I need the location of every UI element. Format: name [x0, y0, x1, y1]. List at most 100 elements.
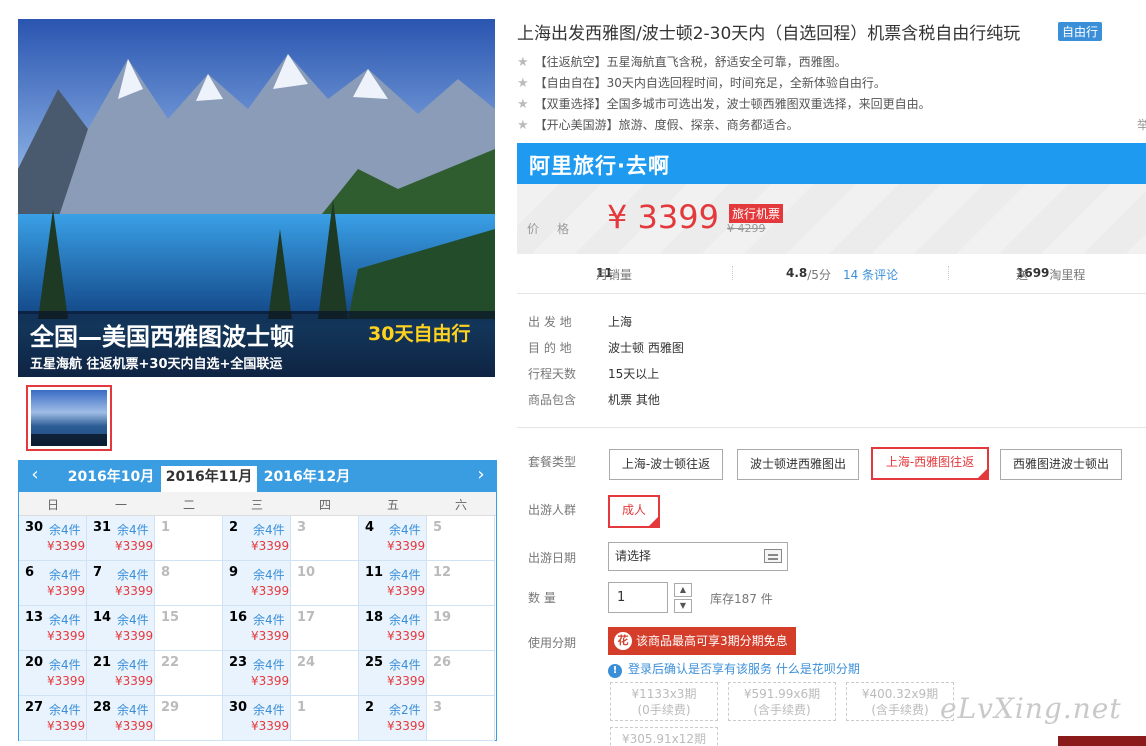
day-stock: 余4件	[253, 568, 285, 582]
day-stock: 余4件	[253, 658, 285, 672]
day-number: 24	[297, 655, 316, 670]
calendar-day-available[interactable]: 27 余4件 ¥3399	[19, 696, 87, 741]
calendar-day-available[interactable]: 13 余4件 ¥3399	[19, 606, 87, 651]
package-label: 套餐类型	[528, 455, 577, 469]
calendar-day-available[interactable]: 6 余4件 ¥3399	[19, 561, 87, 606]
day-number: 2	[229, 520, 239, 535]
calendar-day: 29	[155, 696, 223, 741]
brand-name: 阿里旅行·去啊	[529, 154, 670, 178]
package-option[interactable]: 上海-波士顿往返	[609, 449, 723, 480]
installment-option[interactable]: ¥400.32x9期 (含手续费)	[846, 682, 954, 721]
huabei-help-link[interactable]: 什么是花呗分期	[776, 662, 860, 676]
info-icon: !	[608, 664, 622, 678]
day-number: 30	[25, 520, 44, 535]
day-number: 3	[433, 700, 443, 715]
day-price: ¥3399	[47, 719, 86, 733]
day-price: ¥3399	[387, 674, 426, 688]
calendar-day-available[interactable]: 18 余4件 ¥3399	[359, 606, 427, 651]
star-icon: ★	[517, 97, 529, 112]
day-stock: 余4件	[389, 613, 421, 627]
day-stock: 余4件	[49, 703, 81, 717]
day-number: 18	[365, 610, 384, 625]
calendar-day: 22	[155, 651, 223, 696]
day-price: ¥3399	[387, 584, 426, 598]
decrement-icon[interactable]: ▼	[674, 599, 692, 613]
monthly-sales: 月销量 11	[596, 266, 633, 282]
login-notice: ! 登录后确认是否享有该服务 什么是花呗分期	[608, 660, 860, 678]
day-number: 15	[161, 610, 180, 625]
calendar-day-available[interactable]: 30 余4件 ¥3399	[223, 696, 291, 741]
calendar-day-available[interactable]: 30 余4件 ¥3399	[19, 516, 87, 561]
calendar-day-available[interactable]: 25 余4件 ¥3399	[359, 651, 427, 696]
package-option[interactable]: 西雅图进波士顿出	[1000, 449, 1122, 480]
day-price: ¥3399	[115, 539, 154, 553]
calendar-day-available[interactable]: 20 余4件 ¥3399	[19, 651, 87, 696]
calendar-day-available[interactable]: 4 余4件 ¥3399	[359, 516, 427, 561]
calendar-day-available[interactable]: 14 余4件 ¥3399	[87, 606, 155, 651]
increment-icon[interactable]: ▲	[674, 583, 692, 597]
day-number: 20	[25, 655, 44, 670]
chevron-right-icon[interactable]: ›	[469, 464, 493, 485]
calendar-icon[interactable]	[764, 549, 782, 563]
day-number: 26	[433, 655, 452, 670]
brand-bar: 阿里旅行·去啊	[517, 143, 1146, 184]
day-price: ¥3399	[115, 584, 154, 598]
current-price: ¥ 3399	[607, 198, 719, 236]
month-tab-active[interactable]: 2016年11月	[161, 466, 257, 492]
calendar-day-available[interactable]: 11 余4件 ¥3399	[359, 561, 427, 606]
day-number: 13	[25, 610, 44, 625]
day-number: 10	[297, 565, 316, 580]
package-option[interactable]: 波士顿进西雅图出	[737, 449, 859, 480]
calendar-day: 19	[427, 606, 495, 651]
calendar-day-available[interactable]: 9 余4件 ¥3399	[223, 561, 291, 606]
day-number: 23	[229, 655, 248, 670]
day-number: 16	[229, 610, 248, 625]
weekday-label: 日	[46, 498, 59, 512]
calendar-day-available[interactable]: 2 余4件 ¥3399	[223, 516, 291, 561]
calendar-day-available[interactable]: 16 余4件 ¥3399	[223, 606, 291, 651]
report-link[interactable]: 举	[1137, 116, 1146, 133]
corner-decoration	[1058, 736, 1146, 746]
thumbnail-selected[interactable]	[26, 385, 112, 451]
day-stock: 余4件	[253, 523, 285, 537]
calendar-day-available[interactable]: 31 余4件 ¥3399	[87, 516, 155, 561]
banner-subtitle: 五星海航 往返机票+30天内自选+全国联运	[30, 357, 283, 372]
day-number: 1	[297, 700, 307, 715]
date-picker-input[interactable]: 请选择	[608, 542, 788, 571]
crowd-option-selected[interactable]: 成人	[608, 495, 660, 528]
price-box: 价格 ¥ 3399 旅行机票 ¥ 4299	[517, 184, 1146, 254]
day-stock: 余4件	[389, 523, 421, 537]
weekday-label: 六	[454, 498, 467, 512]
day-price: ¥3399	[115, 674, 154, 688]
feature-item: ★ 【双重选择】全国多城市可选出发，波士顿西雅图双重选择，来回更自由。	[517, 97, 931, 112]
product-title: 上海出发西雅图/波士顿2-30天内（自选回程）机票含税自由行纯玩	[517, 24, 1021, 44]
month-tab-next[interactable]: 2016年12月	[259, 466, 355, 492]
calendar-day-available[interactable]: 28 余4件 ¥3399	[87, 696, 155, 741]
day-number: 5	[433, 520, 443, 535]
month-tab-prev[interactable]: 2016年10月	[63, 466, 159, 492]
reviews-link[interactable]: 14 条评论	[843, 266, 898, 283]
package-option-selected[interactable]: 上海-西雅图往返	[871, 447, 989, 480]
day-stock: 余4件	[117, 568, 149, 582]
login-link[interactable]: 登录后确认是否享有该服务	[628, 662, 772, 676]
day-stock: 余4件	[389, 658, 421, 672]
chevron-left-icon[interactable]: ‹	[23, 464, 47, 485]
calendar-day-available[interactable]: 23 余4件 ¥3399	[223, 651, 291, 696]
day-price: ¥3399	[47, 629, 86, 643]
installment-option[interactable]: ¥1133x3期 (0手续费)	[610, 682, 718, 721]
installment-option[interactable]: ¥591.99x6期 (含手续费)	[728, 682, 836, 721]
day-stock: 余4件	[117, 658, 149, 672]
installment-option[interactable]: ¥305.91x12期	[610, 727, 718, 746]
day-stock: 余2件	[389, 703, 421, 717]
day-price: ¥3399	[251, 584, 290, 598]
day-number: 8	[161, 565, 171, 580]
day-price: ¥3399	[115, 719, 154, 733]
calendar-day-available[interactable]: 21 余4件 ¥3399	[87, 651, 155, 696]
installment-label: 使用分期	[528, 636, 577, 650]
day-price: ¥3399	[251, 629, 290, 643]
calendar-day-available[interactable]: 2 余2件 ¥3399	[359, 696, 427, 741]
calendar-day-available[interactable]: 7 余4件 ¥3399	[87, 561, 155, 606]
quantity-input[interactable]: 1	[608, 582, 668, 613]
day-stock: 余4件	[49, 568, 81, 582]
calendar-day: 17	[291, 606, 359, 651]
